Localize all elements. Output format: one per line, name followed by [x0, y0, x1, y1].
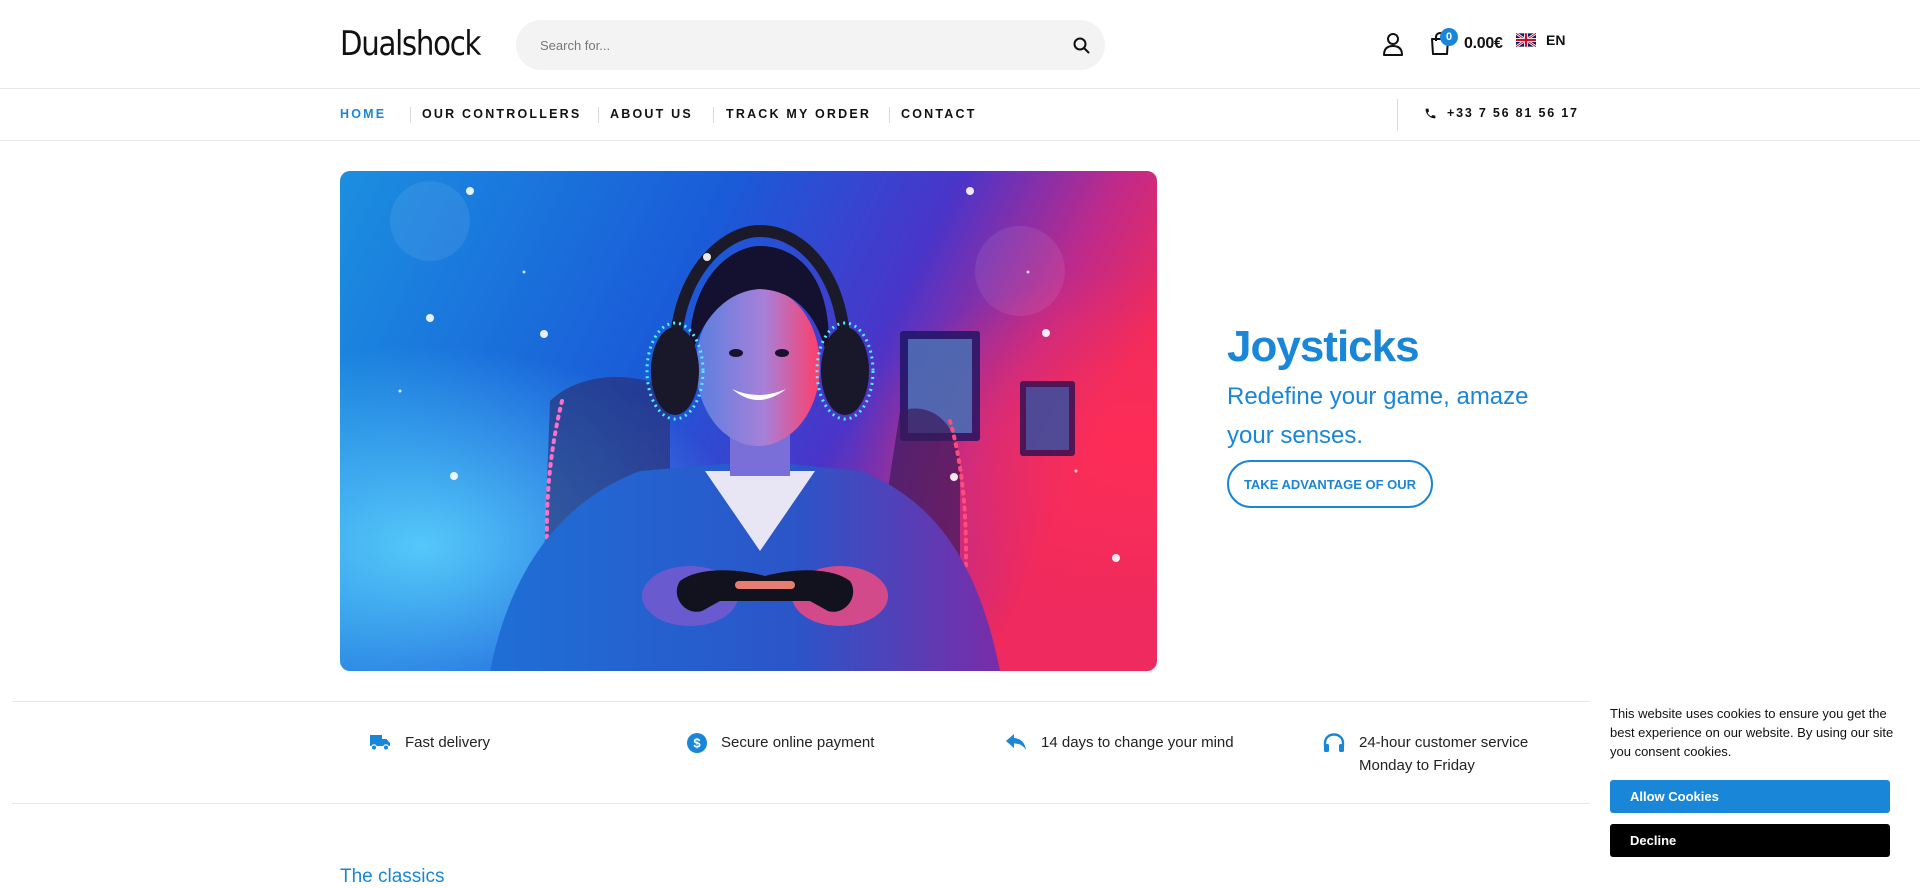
cart-count-badge: 0: [1440, 28, 1458, 46]
nav-divider: [598, 107, 599, 123]
reply-icon: [1006, 734, 1026, 750]
feature-fast-delivery: Fast delivery: [369, 731, 490, 754]
allow-cookies-button[interactable]: Allow Cookies: [1610, 780, 1890, 813]
uk-flag-icon: [1516, 32, 1536, 48]
hero-image: [340, 171, 1157, 671]
feature-secure-payment: $ Secure online payment: [687, 731, 874, 754]
search-icon: [1073, 37, 1089, 53]
feature-customer-service: 24-hour customer service Monday to Frida…: [1323, 731, 1528, 777]
nav-item-contact[interactable]: CONTACT: [901, 107, 977, 121]
feature-label-line2: Monday to Friday: [1359, 757, 1475, 774]
headphones-icon: [1323, 733, 1345, 752]
site-logo[interactable]: Dualshock: [340, 24, 481, 64]
nav-divider: [410, 107, 411, 123]
cart-total[interactable]: 0.00€: [1464, 35, 1503, 53]
feature-label: Secure online payment: [721, 734, 875, 751]
decline-cookies-button[interactable]: Decline: [1610, 824, 1890, 857]
hero-cta-button[interactable]: TAKE ADVANTAGE OF OUR: [1227, 460, 1433, 508]
site-header: Dualshock 0 0.00€ EN: [0, 0, 1920, 89]
nav-divider: [1397, 99, 1398, 131]
nav-item-home[interactable]: HOME: [340, 107, 386, 121]
hero-photo-gamer: [340, 171, 1157, 671]
truck-icon: [370, 735, 390, 751]
search-input[interactable]: [540, 20, 1040, 70]
language-selector[interactable]: EN: [1516, 32, 1565, 48]
phone-icon: [1425, 108, 1436, 118]
feature-returns: 14 days to change your mind: [1005, 731, 1234, 754]
phone-link[interactable]: +33 7 56 81 56 17: [1424, 106, 1579, 120]
language-code: EN: [1546, 32, 1566, 48]
nav-divider: [889, 107, 890, 123]
nav-divider: [713, 107, 714, 123]
feature-label: 14 days to change your mind: [1041, 734, 1234, 751]
hero-title: Joysticks: [1227, 322, 1420, 371]
svg-text:$: $: [693, 736, 701, 751]
feature-label: Fast delivery: [405, 734, 491, 751]
search-bar: [516, 20, 1105, 70]
hero-subtitle: Redefine your game, amaze your senses.: [1227, 383, 1529, 449]
section-title-classics: The classics: [340, 866, 445, 887]
main-nav: HOME OUR CONTROLLERS ABOUT US TRACK MY O…: [0, 89, 1920, 141]
dollar-icon: $: [687, 733, 707, 753]
nav-item-our-controllers[interactable]: OUR CONTROLLERS: [422, 107, 581, 121]
feature-label: 24-hour customer service Monday to Frida…: [1359, 731, 1528, 777]
cookie-banner: This website uses cookies to ensure you …: [1590, 690, 1920, 888]
phone-number: +33 7 56 81 56 17: [1447, 106, 1579, 120]
cookie-message: This website uses cookies to ensure you …: [1610, 706, 1894, 759]
features-bar: Fast delivery $ Secure online payment 14…: [12, 701, 1590, 804]
search-button[interactable]: [1065, 29, 1097, 61]
feature-label-line1: 24-hour customer service: [1359, 734, 1529, 751]
account-button[interactable]: [1382, 32, 1408, 58]
nav-item-about-us[interactable]: ABOUT US: [610, 107, 693, 121]
nav-item-track-my-order[interactable]: TRACK MY ORDER: [726, 107, 871, 121]
user-icon: [1383, 33, 1403, 56]
